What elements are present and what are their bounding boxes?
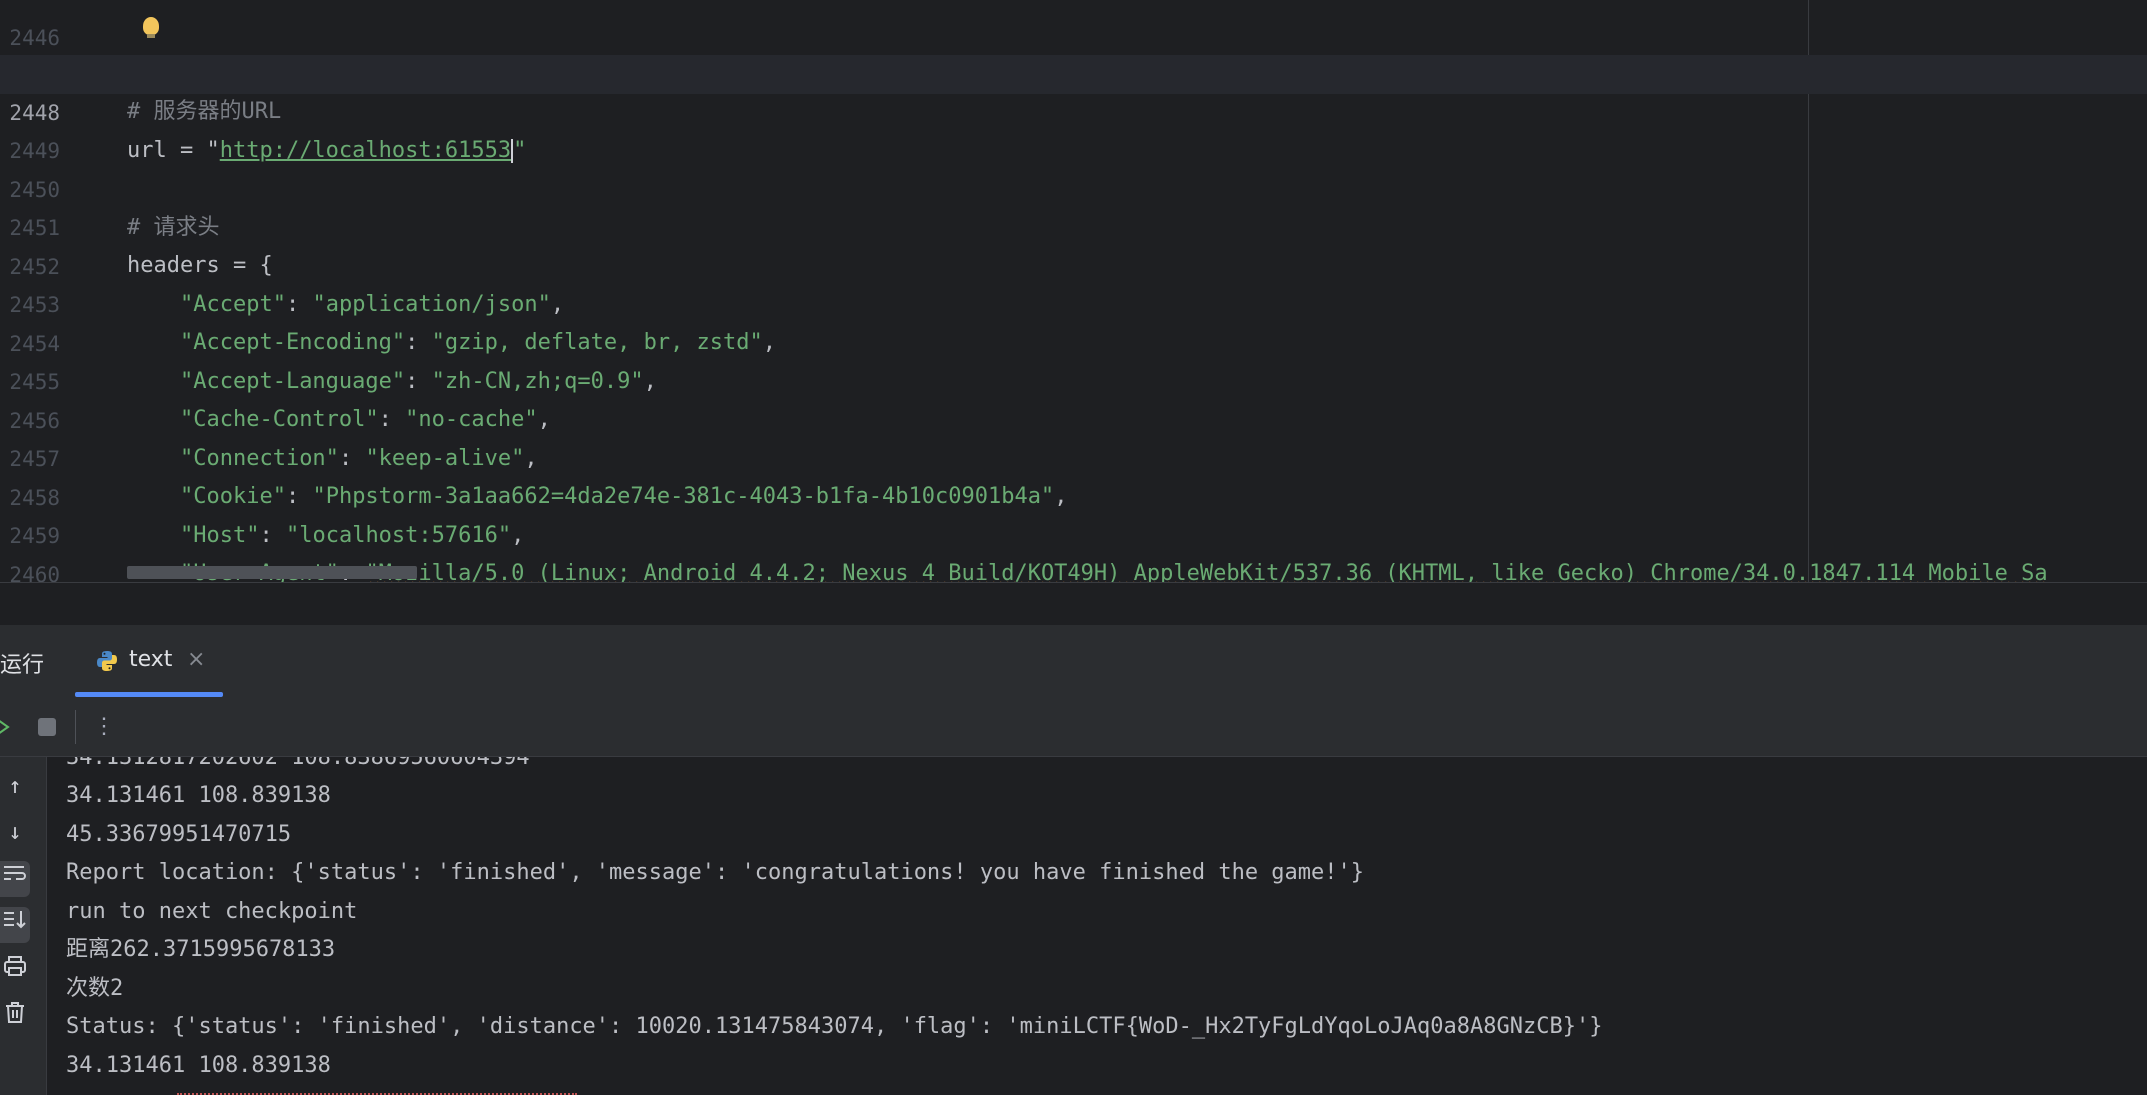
run-tool-window-header: 运行 text × <box>0 625 2147 699</box>
editor-line[interactable]: 2460 } <box>0 517 2147 583</box>
up-arrow-icon[interactable]: ↑ <box>0 769 30 805</box>
splitter-area <box>0 583 2147 625</box>
scroll-to-end-icon[interactable] <box>0 907 30 943</box>
console-line: 次数2 <box>66 976 124 1001</box>
editor-line[interactable]: 2457 "Cookie": "Phpstorm-3a1aa662=4da2e7… <box>0 401 2147 510</box>
python-icon <box>97 651 117 671</box>
editor-line[interactable]: 2458 "Host": "localhost:57616", <box>0 440 2147 549</box>
editor-line[interactable]: 2449 <box>0 93 2147 163</box>
run-toolbar: ⋮ <box>0 698 2147 757</box>
console-line: 34.131461 108.839138 <box>66 1053 331 1078</box>
console-output[interactable]: 34.1312817202602 108.83869560604394 34.1… <box>47 757 2147 1095</box>
print-icon[interactable] <box>0 953 30 989</box>
trash-icon[interactable] <box>0 999 30 1035</box>
console-side-toolbar: ↑ ↓ <box>0 757 47 1095</box>
console-line: 34.1312817202602 108.83869560604394 <box>66 757 530 770</box>
warning-underline <box>177 1090 577 1095</box>
tool-window-title: 运行 <box>0 653 45 678</box>
editor-line[interactable]: 2452 "Accept": "application/json", <box>0 209 2147 318</box>
down-arrow-icon[interactable]: ↓ <box>0 815 30 851</box>
console-line: 34.131461 108.839138 <box>66 783 331 808</box>
console-line: Status: {'status': 'finished', 'distance… <box>66 1014 1603 1039</box>
console-line: run to next checkpoint <box>66 899 358 924</box>
rerun-icon[interactable] <box>0 710 20 744</box>
editor-line[interactable]: 2454 "Accept-Language": "zh-CN,zh;q=0.9"… <box>0 286 2147 395</box>
editor-line[interactable]: 2450 # 请求头 <box>0 132 2147 241</box>
editor-line[interactable]: 2455 "Cache-Control": "no-cache", <box>0 324 2147 433</box>
console-line: 45.33679951470715 <box>66 822 292 847</box>
active-tab-indicator <box>75 692 223 697</box>
more-icon[interactable]: ⋮ <box>87 710 121 744</box>
editor-line[interactable]: 2451 headers = { <box>0 170 2147 279</box>
editor-line[interactable]: 2447 # 服务器的URL <box>0 16 2147 125</box>
stop-icon[interactable] <box>30 710 64 744</box>
console-line: 距离262.3715995678133 <box>66 937 336 962</box>
soft-wrap-icon[interactable] <box>0 861 30 897</box>
editor-line[interactable]: 2453 "Accept-Encoding": "gzip, deflate, … <box>0 247 2147 356</box>
editor-line[interactable]: 2459 "User-Agent": "Mozilla/5.0 (Linux; … <box>0 478 2147 583</box>
horizontal-scrollbar[interactable] <box>127 566 417 579</box>
code-editor[interactable]: 2446 2447 # 服务器的URL 2448 url = "http://l… <box>0 0 2147 582</box>
close-icon[interactable]: × <box>187 647 205 672</box>
toolbar-separator <box>75 710 76 744</box>
editor-line[interactable]: 2456 "Connection": "keep-alive", <box>0 363 2147 472</box>
lightbulb-icon[interactable] <box>143 17 159 38</box>
console-line: Report location: {'status': 'finished', … <box>66 860 1365 885</box>
tab-label: text <box>129 647 173 672</box>
editor-line-current[interactable]: 2448 url = "http://localhost:61553" <box>0 55 2147 163</box>
